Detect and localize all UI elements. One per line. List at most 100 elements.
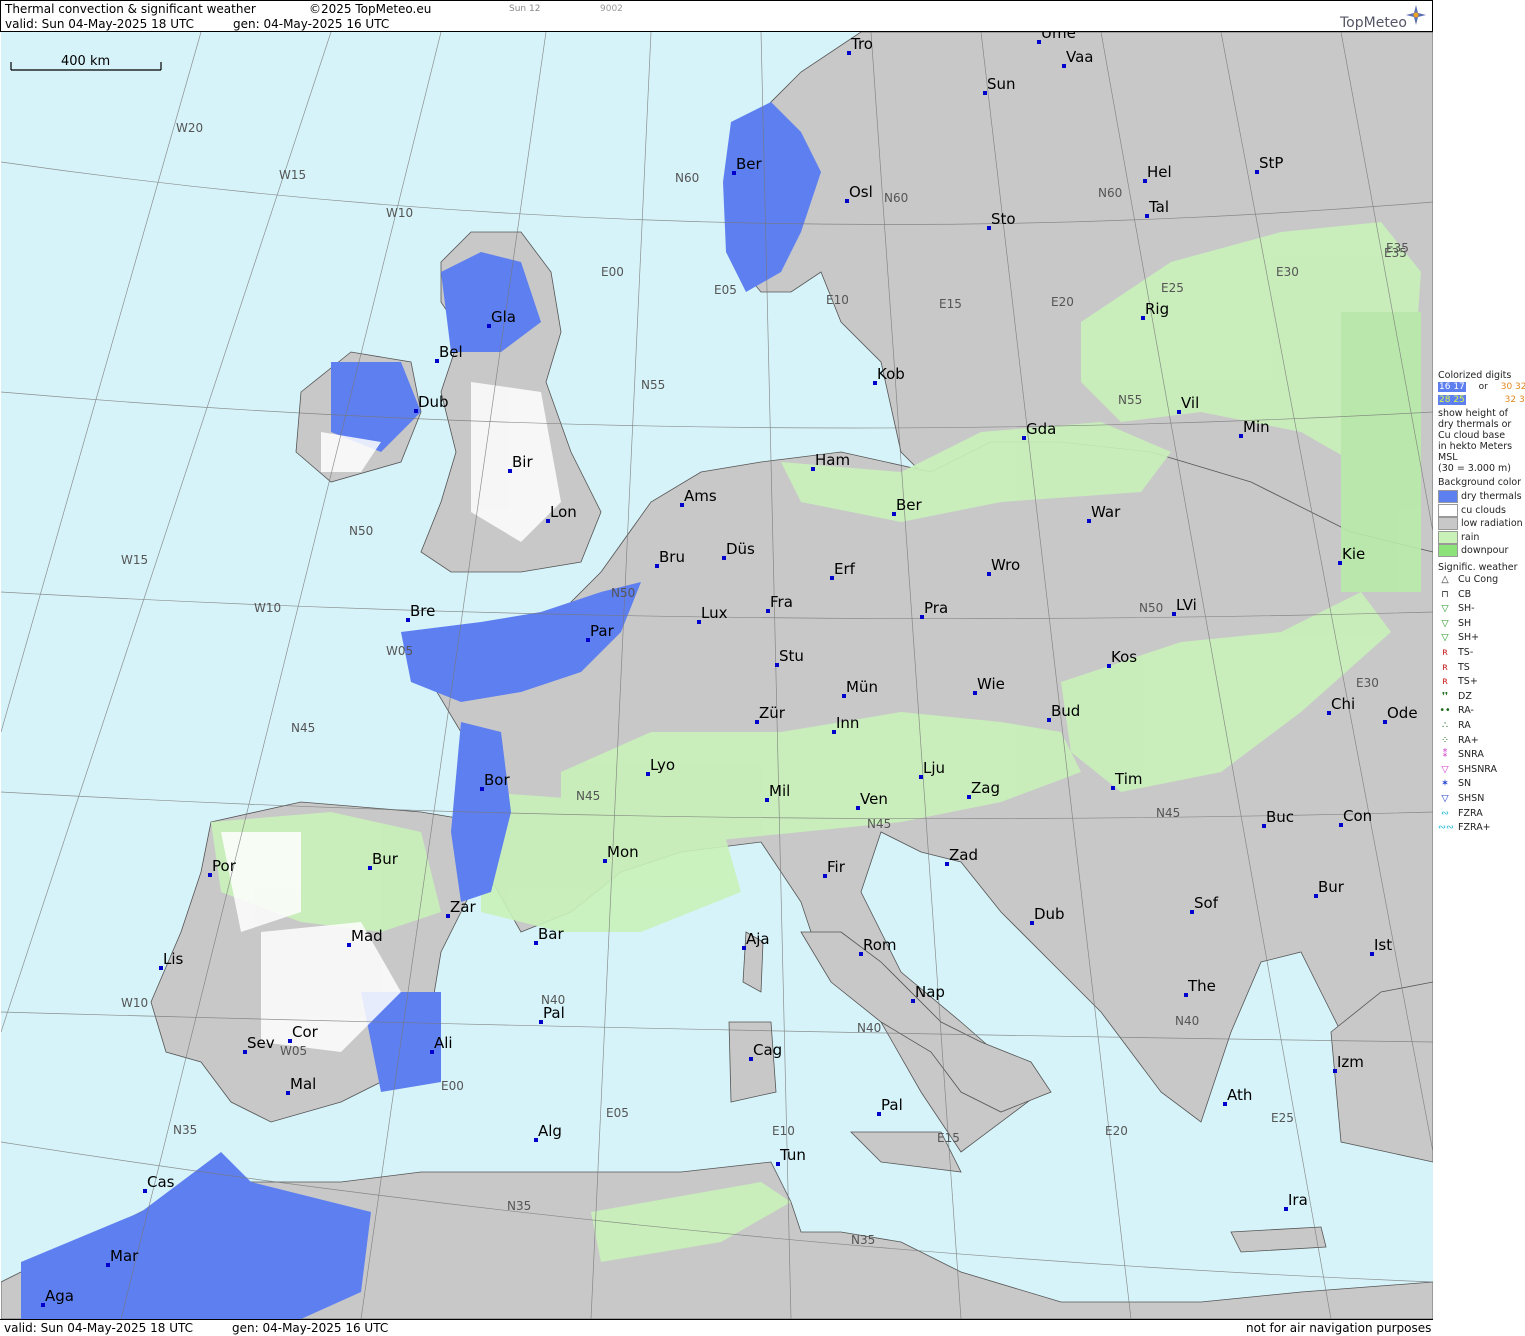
city-marker: Ams [680,487,717,507]
city-marker: Pra [920,599,948,619]
grid-label: N35 [507,1199,531,1213]
city-marker: Vil [1177,394,1199,414]
city-marker: Alg [534,1122,562,1142]
city-marker: Lis [159,950,184,970]
city-marker: Tim [1111,770,1142,790]
grid-label: E25 [1271,1111,1294,1125]
thunderstorm-icon: ʀ [1442,661,1448,673]
city-label: Ist [1374,936,1392,954]
grid-label: W10 [386,206,413,220]
legend-bg-title: Background color [1438,477,1522,488]
grid-label: E35 [1384,246,1407,260]
weather-map[interactable]: W20 W15 W10 N60 N55 E00 E05 E10 E15 E20 E25 E30 E35 N… [1,32,1433,1319]
city-label: Fir [827,858,846,876]
drizzle-icon: ❜❜ [1441,690,1449,702]
legend-sig-label: SH [1458,617,1472,629]
city-marker: Izm [1333,1053,1364,1073]
freezing-rain-heavy-icon: ∾∾ [1438,822,1454,834]
legend-sig-item: ▽ SHSNRA [1438,764,1497,775]
grid-label: E30 [1276,265,1299,279]
city-label: Ira [1288,1191,1308,1209]
legend-bg-label: downpour [1461,545,1509,556]
city-label: The [1187,977,1216,995]
city-marker: Mal [286,1075,316,1095]
city-label: Rom [863,936,897,954]
city-marker: Cor [288,1023,319,1043]
shower-heavy-icon: ▽ [1441,632,1449,644]
legend-bg-item: low radiation [1438,517,1523,530]
grid-label: E15 [937,1131,960,1145]
city-marker: Zar [446,898,476,918]
legend-sig-label: Cu Cong [1458,574,1499,585]
run-label: Sun 12 [509,4,541,14]
city-marker: Ali [430,1034,453,1054]
legend-bg-label: cu clouds [1461,504,1506,516]
city-marker: Sun [983,75,1016,95]
city-label: Cor [292,1023,319,1041]
city-marker: Rom [859,936,897,956]
freezing-rain-icon: ∾ [1441,807,1449,819]
grid-label: E00 [601,265,624,279]
scale-label: 400 km [61,54,110,69]
city-marker: Mad [347,927,383,947]
grid-label: E20 [1105,1124,1128,1138]
city-marker: Bar [534,925,564,945]
city-marker: Min [1239,418,1270,438]
city-label: Gda [1026,420,1056,438]
city-label: Bir [512,453,533,471]
legend-desc-line: MSL [1438,452,1458,463]
grid-label: N60 [884,191,908,205]
cb-icon: ⊓ [1441,588,1449,600]
legend-sig-item: ⊓ CB [1438,589,1471,600]
grid-label: E10 [772,1124,795,1138]
city-marker: Pal [539,1004,565,1024]
city-label: Chi [1331,695,1355,713]
city-marker: Ham [811,451,850,471]
city-label: Min [1243,418,1270,436]
legend-sig-label: SH+ [1458,632,1480,644]
city-label: Ume [1041,32,1076,42]
city-marker: Lyo [646,756,675,776]
city-label: Izm [1337,1053,1364,1071]
city-label: Fra [770,593,793,611]
city-marker: Stu [775,647,804,667]
grid-label: E25 [1161,281,1184,295]
city-marker: Rig [1141,300,1169,320]
legend-sig-item: ▽ SHSN [1438,793,1484,804]
city-marker: Lon [546,503,577,523]
city-marker: Sev [243,1034,275,1054]
legend-bg-item: dry thermals [1438,490,1522,503]
city-label: Vil [1181,394,1199,412]
city-label: Lux [701,604,728,622]
grid-label: N50 [349,524,373,538]
legend-sig-label: SH- [1458,603,1475,615]
city-marker: Bor [480,771,510,791]
city-label: Ali [434,1034,453,1052]
legend-sig-label: RA+ [1458,734,1479,746]
city-label: Cag [753,1041,782,1059]
valid-time: valid: Sun 04-May-2025 18 UTC [5,17,194,31]
city-label: Vaa [1066,48,1093,66]
grid-label: N50 [1139,601,1163,615]
city-marker: Ist [1370,936,1392,956]
code-label: 9002 [600,4,623,14]
legend-desc-line: (30 = 3.000 m) [1438,463,1511,474]
city-label: Bur [1318,878,1345,896]
legend-sig-label: SHSNRA [1458,763,1498,775]
grid-label: E05 [714,283,737,297]
legend-bg-label: low radiation [1461,518,1523,529]
legend-swatch [1438,544,1458,557]
city-label: Wro [991,556,1020,574]
grid-line [120,32,442,1319]
legend-bg-label: dry thermals [1461,491,1522,502]
city-marker: Ber [732,155,763,175]
legend-desc-line: Cu cloud base [1438,430,1506,441]
legend-swatch [1438,503,1458,517]
city-marker: Zür [755,704,786,724]
city-label: Ven [860,790,888,808]
legend-sig-item: ❜❜ DZ [1438,691,1472,702]
city-marker: Tun [776,1146,806,1166]
grid-label: N45 [867,817,891,831]
map-footer: valid: Sun 04-May-2025 18 UTC gen: 04-Ma… [0,1319,1433,1336]
grid-label: E05 [606,1106,629,1120]
